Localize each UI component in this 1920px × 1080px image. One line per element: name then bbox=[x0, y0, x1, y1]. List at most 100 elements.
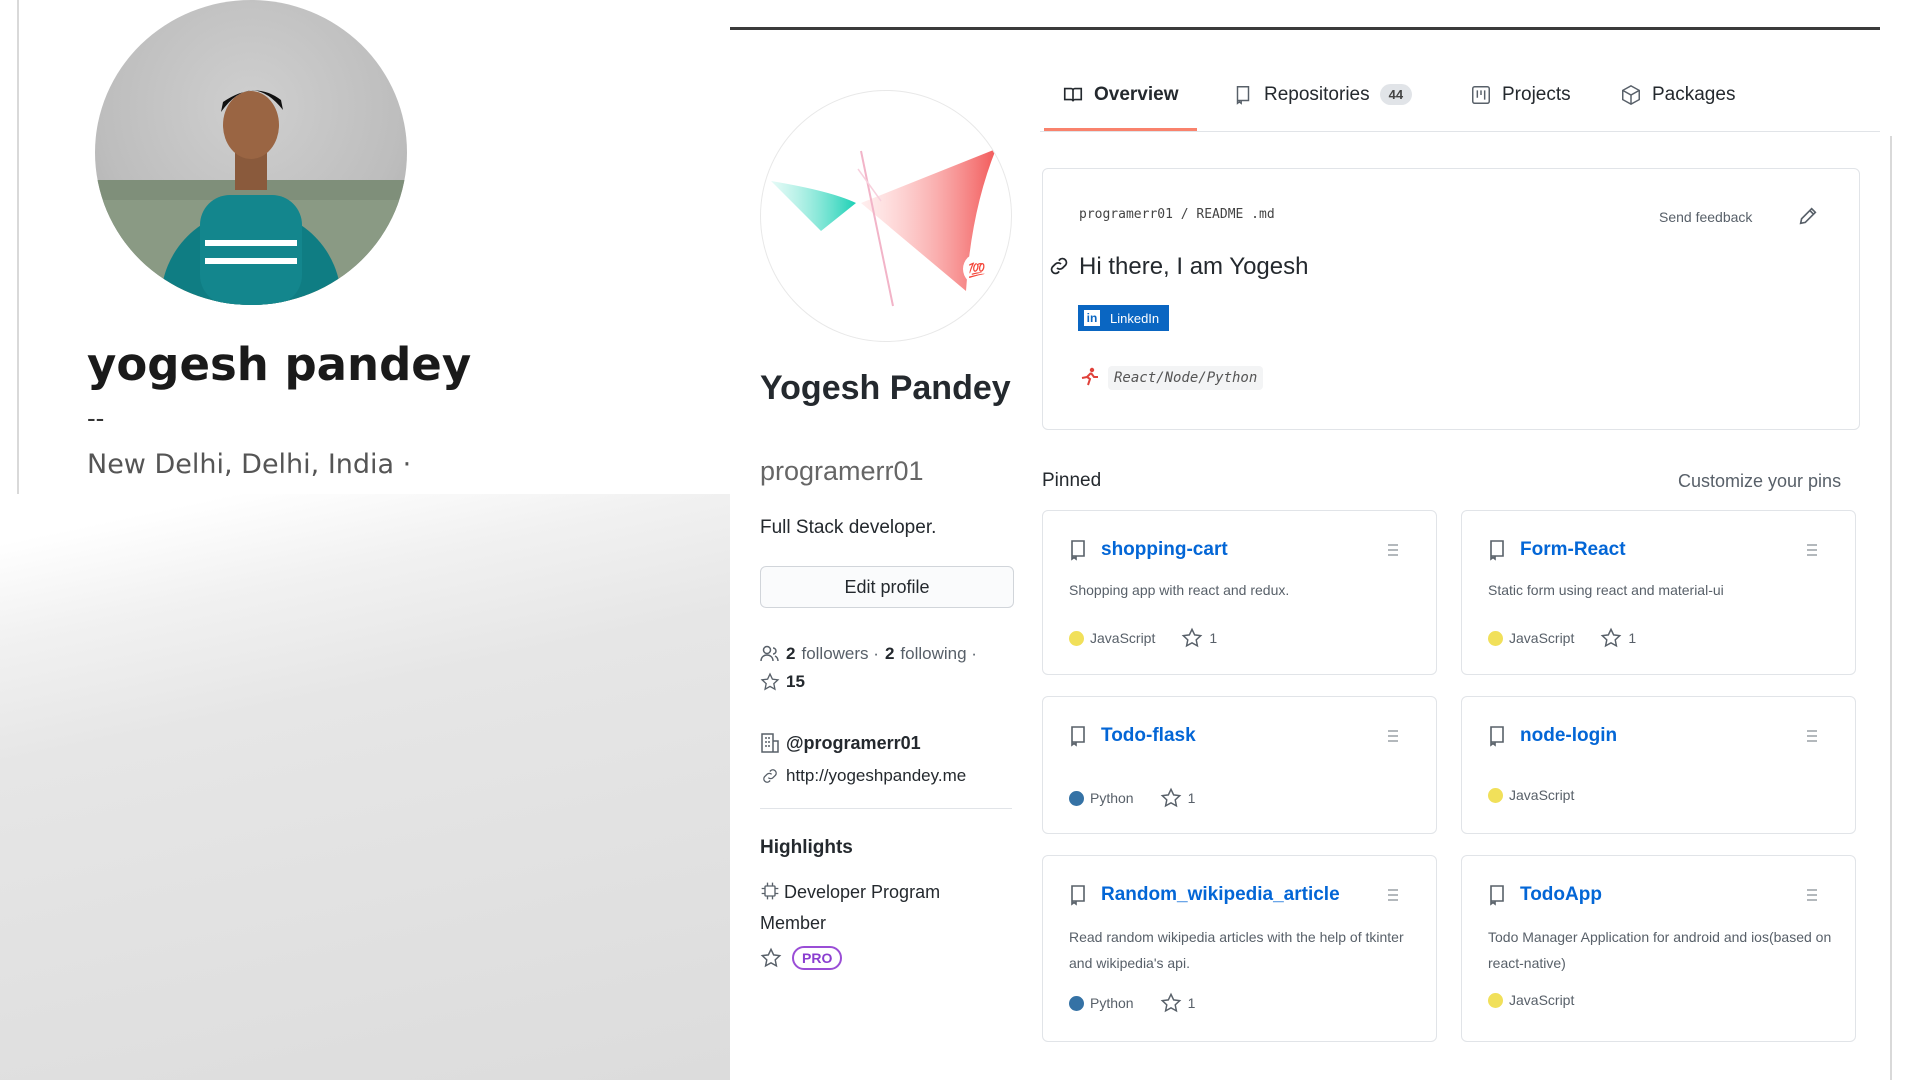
profile-username: programerr01 bbox=[760, 456, 924, 486]
drag-handle-icon[interactable] bbox=[1386, 886, 1400, 904]
anchor-link-icon[interactable] bbox=[1047, 254, 1071, 278]
followers-row: 2 followers · 2 following · bbox=[760, 644, 977, 664]
repo-count-badge: 44 bbox=[1379, 84, 1413, 105]
profile-bio: Full Stack developer. bbox=[760, 517, 937, 538]
followers-count[interactable]: 2 bbox=[786, 644, 795, 664]
sidebar-divider bbox=[760, 808, 1012, 809]
drag-handle-icon[interactable] bbox=[1386, 541, 1400, 559]
repo-stars[interactable]: 1 bbox=[1628, 630, 1636, 646]
tab-packages[interactable]: Packages bbox=[1620, 84, 1735, 132]
repo-name-link[interactable]: Random_wikipedia_article bbox=[1101, 884, 1340, 906]
pinned-repo-card[interactable]: TodoApp Todo Manager Application for andr… bbox=[1461, 855, 1856, 1042]
stars-count: 15 bbox=[786, 672, 805, 691]
repo-name-link[interactable]: Todo-flask bbox=[1101, 725, 1196, 747]
send-feedback-link[interactable]: Send feedback bbox=[1659, 209, 1752, 225]
book-icon bbox=[1063, 87, 1083, 102]
repo-language: JavaScript bbox=[1509, 787, 1575, 803]
repo-icon bbox=[1071, 885, 1085, 906]
pencil-icon[interactable] bbox=[1797, 205, 1819, 227]
star-icon[interactable] bbox=[1160, 992, 1182, 1014]
repo-icon bbox=[1490, 540, 1504, 561]
website-link[interactable]: http://yogeshpandey.me bbox=[786, 766, 966, 786]
language-color-dot bbox=[1488, 630, 1503, 646]
repo-stars[interactable]: 1 bbox=[1188, 790, 1196, 806]
pinned-repo-card[interactable]: shopping-cart Shopping app with react and… bbox=[1042, 510, 1437, 675]
star-icon[interactable] bbox=[1160, 787, 1182, 809]
people-icon bbox=[760, 645, 779, 662]
linkedin-profile-card: yogesh pandey -- New Delhi, Delhi, India… bbox=[17, 0, 732, 494]
organization-row[interactable]: @programerr01 bbox=[760, 732, 921, 754]
package-icon bbox=[1622, 84, 1640, 106]
repo-language: JavaScript bbox=[1509, 992, 1575, 1008]
language-color-dot bbox=[1069, 790, 1084, 806]
edit-profile-button[interactable]: Edit profile bbox=[760, 566, 1014, 608]
tech-stack-code: React/Node/Python bbox=[1108, 366, 1264, 390]
organization-name[interactable]: @programerr01 bbox=[786, 733, 921, 754]
linkedin-icon: in bbox=[1084, 310, 1100, 326]
language-color-dot bbox=[1069, 630, 1084, 646]
readme-path[interactable]: programerr01 / README .md bbox=[1079, 207, 1275, 222]
repo-description: Shopping app with react and redux. bbox=[1069, 582, 1290, 598]
repo-icon bbox=[1490, 726, 1504, 747]
profile-photo[interactable] bbox=[95, 0, 407, 305]
pinned-repo-card[interactable]: Form-React Static form using react and ma… bbox=[1461, 510, 1856, 675]
language-color-dot bbox=[1069, 995, 1084, 1011]
readme-card: programerr01 / README .md Send feedback … bbox=[1042, 168, 1860, 430]
repo-language: JavaScript bbox=[1509, 630, 1575, 646]
repo-meta: Python 1 bbox=[1069, 787, 1195, 809]
drag-handle-icon[interactable] bbox=[1805, 727, 1819, 745]
repo-meta: JavaScript bbox=[1488, 992, 1574, 1008]
repo-name-link[interactable]: shopping-cart bbox=[1101, 539, 1228, 561]
following-label[interactable]: following · bbox=[900, 644, 977, 664]
repo-description: Static form using react and material-ui bbox=[1488, 582, 1724, 598]
highlights-title: Highlights bbox=[760, 837, 853, 858]
tab-overview[interactable]: Overview bbox=[1044, 84, 1197, 132]
tab-overview-label: Overview bbox=[1094, 84, 1179, 105]
developer-program-highlight[interactable]: Developer Program Member bbox=[760, 877, 990, 939]
pinned-repo-card[interactable]: Todo-flask Python 1 bbox=[1042, 696, 1437, 834]
linkedin-badge[interactable]: in LinkedIn bbox=[1078, 305, 1170, 331]
repo-meta: JavaScript 1 bbox=[1069, 627, 1217, 649]
pro-badge: PRO bbox=[792, 946, 843, 970]
website-row[interactable]: http://yogeshpandey.me bbox=[760, 766, 966, 786]
followers-label[interactable]: followers · bbox=[801, 644, 878, 664]
github-avatar[interactable]: 💯 bbox=[760, 90, 1012, 342]
repo-stars[interactable]: 1 bbox=[1209, 630, 1217, 646]
readme-heading: Hi there, I am Yogesh bbox=[1079, 253, 1309, 280]
repo-name-link[interactable]: TodoApp bbox=[1520, 884, 1602, 906]
repo-meta: JavaScript 1 bbox=[1488, 627, 1636, 649]
repo-name-link[interactable]: node-login bbox=[1520, 725, 1617, 747]
pinned-repo-card[interactable]: node-login JavaScript bbox=[1461, 696, 1856, 834]
active-tab-underline bbox=[1044, 128, 1197, 131]
top-divider bbox=[730, 27, 1880, 30]
developer-program-label: Developer Program Member bbox=[760, 882, 941, 933]
repo-name-link[interactable]: Form-React bbox=[1520, 539, 1626, 561]
link-icon bbox=[763, 769, 777, 783]
repo-stars[interactable]: 1 bbox=[1188, 995, 1196, 1011]
pinned-repo-card[interactable]: Random_wikipedia_article Read random wiki… bbox=[1042, 855, 1437, 1042]
pro-highlight[interactable]: PRO bbox=[760, 946, 843, 970]
svg-text:💯: 💯 bbox=[968, 262, 986, 279]
stars-row[interactable]: 15 bbox=[760, 672, 805, 692]
customize-pins-link[interactable]: Customize your pins bbox=[1678, 471, 1841, 492]
tab-repositories[interactable]: Repositories 44 bbox=[1232, 84, 1413, 132]
project-icon bbox=[1472, 86, 1490, 104]
tab-projects-label: Projects bbox=[1502, 84, 1571, 105]
linkedin-location: New Delhi, Delhi, India · bbox=[87, 449, 412, 480]
drag-handle-icon[interactable] bbox=[1805, 541, 1819, 559]
repo-description: Read random wikipedia articles with the … bbox=[1069, 929, 1404, 971]
repo-meta: JavaScript bbox=[1488, 787, 1574, 803]
repo-meta: Python 1 bbox=[1069, 992, 1195, 1014]
running-person-icon bbox=[1081, 367, 1098, 386]
following-count[interactable]: 2 bbox=[885, 644, 894, 664]
tab-packages-label: Packages bbox=[1652, 84, 1736, 105]
tab-projects[interactable]: Projects bbox=[1470, 84, 1571, 132]
star-icon[interactable] bbox=[1181, 627, 1203, 649]
repo-icon bbox=[1071, 540, 1085, 561]
drag-handle-icon[interactable] bbox=[1805, 886, 1819, 904]
star-icon bbox=[760, 672, 780, 691]
profile-full-name: Yogesh Pandey bbox=[760, 369, 1011, 407]
drag-handle-icon[interactable] bbox=[1386, 727, 1400, 745]
star-icon[interactable] bbox=[1600, 627, 1622, 649]
language-color-dot bbox=[1488, 787, 1503, 803]
